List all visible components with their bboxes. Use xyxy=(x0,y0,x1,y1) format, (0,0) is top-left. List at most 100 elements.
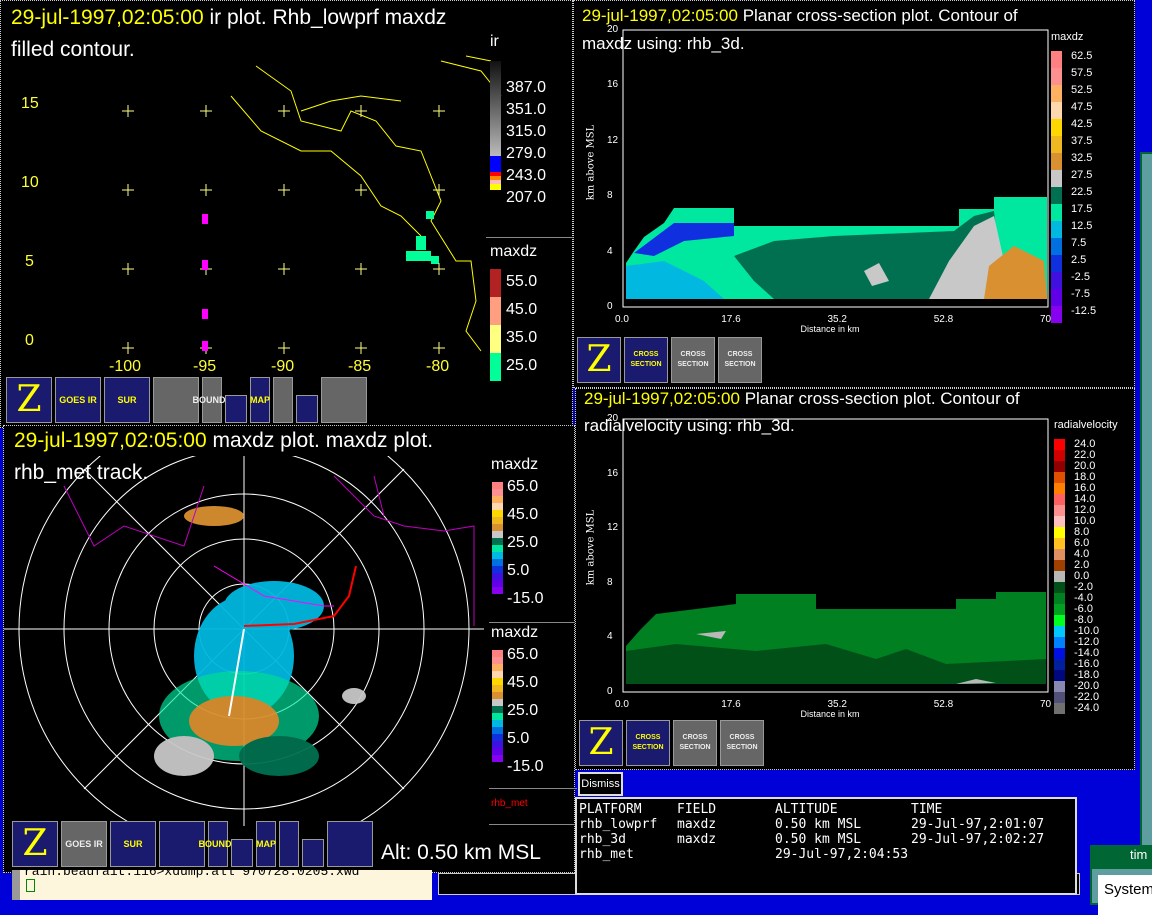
colorbar-swatch xyxy=(490,325,501,353)
cross-section-button[interactable]: CROSS SECTION xyxy=(673,720,717,766)
colorbar-swatch xyxy=(1051,102,1062,119)
xsec1-plot[interactable] xyxy=(574,1,1054,331)
background-window[interactable] xyxy=(1140,152,1152,872)
zoom-button[interactable]: Z xyxy=(577,337,621,383)
colorbar-swatch xyxy=(492,489,503,496)
colorbar-swatch xyxy=(1054,505,1065,516)
zoom-button[interactable]: Z xyxy=(6,377,52,423)
buoy-button[interactable] xyxy=(296,395,318,423)
colorbar-swatch xyxy=(1054,494,1065,505)
colorbar-title: maxdz xyxy=(1051,31,1084,43)
colorbar-swatch xyxy=(492,545,503,552)
y-tick-label: 12 xyxy=(607,134,619,146)
colorbar-swatch xyxy=(1054,615,1065,626)
grid-plus-mark xyxy=(355,184,367,196)
x-label: -90 xyxy=(271,358,295,375)
x-label: -100 xyxy=(109,358,142,375)
colorbar-label: 62.5 xyxy=(1071,50,1093,62)
table-row: rhb_lowprf maxdz 0.50 km MSL 29-Jul-97,2:01… xyxy=(579,817,1045,832)
colorbar-label: 37.5 xyxy=(1071,135,1093,147)
grid-plus-mark xyxy=(122,342,134,354)
colorbar-swatch xyxy=(492,559,503,566)
colorbar-label: 45.0 xyxy=(506,301,538,318)
window-content: System xyxy=(1098,875,1152,915)
range-rings-button[interactable] xyxy=(273,377,293,423)
goes-ir-button[interactable]: GOES IR xyxy=(61,821,107,867)
grid-small-button[interactable] xyxy=(231,839,253,867)
colorbar-label: -15.0 xyxy=(507,758,544,775)
y-axis-label: km above MSL xyxy=(585,124,597,201)
zoom-button[interactable]: Z xyxy=(579,720,623,766)
colorbar-swatch xyxy=(1051,153,1062,170)
ship-button[interactable] xyxy=(321,377,367,423)
surface-radar-button[interactable]: SUR xyxy=(110,821,156,867)
map-button[interactable]: MAP xyxy=(256,821,276,867)
colorbar-swatch xyxy=(492,552,503,559)
colorbar-label: 25.0 xyxy=(507,534,539,551)
xsec2-toolbar: Z CROSS SECTION CROSS SECTION CROSS SECTION xyxy=(579,720,764,766)
colorbar-swatch xyxy=(492,706,503,713)
x-label: -80 xyxy=(426,358,450,375)
colorbar-swatch xyxy=(492,748,503,755)
radar-ppi-plot[interactable] xyxy=(4,456,484,826)
grid-small-button[interactable] xyxy=(225,395,247,423)
colorbar-swatch xyxy=(1054,538,1065,549)
bounds-button[interactable]: BOUNDS xyxy=(193,377,232,423)
colorbar-swatch xyxy=(1051,238,1062,255)
terminal-line: rain:beaufait:116>xdump.all 970728.0205.… xyxy=(24,870,360,879)
colorbar-label: 47.5 xyxy=(1071,101,1093,113)
grid-plus-mark xyxy=(122,105,134,117)
y-tick-label: 4 xyxy=(607,245,613,257)
x-tick-label: 70 xyxy=(1040,314,1052,325)
surface-radar-button[interactable]: SUR xyxy=(104,377,150,423)
colorbar-label: 22.5 xyxy=(1071,186,1093,198)
colorbar-swatch xyxy=(492,678,503,685)
colorbar-swatch xyxy=(492,755,503,762)
grid-plus-mark xyxy=(278,342,290,354)
colorbar-swatch xyxy=(492,734,503,741)
radar-plot-window: 29-jul-1997,02:05:00 maxdz plot. maxdz p… xyxy=(3,425,577,873)
colorbar-swatch xyxy=(1051,51,1062,68)
colorbar-label: -15.0 xyxy=(507,590,544,607)
colorbar-swatch xyxy=(1054,516,1065,527)
range-rings-button[interactable] xyxy=(279,821,299,867)
background-window-tim[interactable]: tim System xyxy=(1090,845,1152,915)
ir-map[interactable] xyxy=(1,1,573,377)
cross-section-button[interactable]: CROSS SECTION xyxy=(718,337,762,383)
xsec2-plot[interactable] xyxy=(576,389,1056,709)
ship-button[interactable] xyxy=(327,821,373,867)
zoom-button[interactable]: Z xyxy=(12,821,58,867)
colorbar-swatch xyxy=(492,496,503,503)
grid-plus-mark xyxy=(200,105,212,117)
ir-toolbar: Z GOES IR SUR BOUNDS MAP xyxy=(6,377,367,423)
colorbar-label: 2.5 xyxy=(1071,254,1087,266)
colorbar-label: 315.0 xyxy=(506,123,547,140)
terminal[interactable]: rain:beaufait:116>xdump.all 970728.0205.… xyxy=(12,870,432,900)
y-tick-label: 16 xyxy=(607,467,619,479)
bounds-button[interactable]: BOUNDS xyxy=(199,821,238,867)
colorbar-swatch xyxy=(492,650,503,657)
cross-section-button[interactable]: CROSS SECTION xyxy=(624,337,668,383)
grid-plus-mark xyxy=(355,105,367,117)
colorbar-label: 17.5 xyxy=(1071,203,1093,215)
cross-section-button[interactable]: CROSS SECTION xyxy=(720,720,764,766)
ir-plot-window: 29-jul-1997,02:05:00 ir plot. Rhb_lowprf… xyxy=(0,0,574,428)
colorbar-swatch xyxy=(492,664,503,671)
x-tick-label: 70 xyxy=(1040,699,1052,710)
colorbar-swatch xyxy=(490,269,501,297)
circle-button[interactable] xyxy=(302,839,324,867)
cross-section-radialvelocity-window: 29-jul-1997,02:05:00 Planar cross-sectio… xyxy=(575,388,1135,770)
colorbar-swatch xyxy=(492,657,503,664)
grid-plus-mark xyxy=(278,263,290,275)
colorbar-swatch xyxy=(492,580,503,587)
colorbar-swatch xyxy=(1054,461,1065,472)
dismiss-button[interactable]: Dismiss xyxy=(578,772,623,796)
map-button[interactable]: MAP xyxy=(250,377,270,423)
colorbar-swatch xyxy=(1054,472,1065,483)
colorbar-label: 207.0 xyxy=(506,189,547,206)
cross-section-button[interactable]: CROSS SECTION xyxy=(626,720,670,766)
grid-plus-mark xyxy=(200,184,212,196)
colorbar-label: -7.5 xyxy=(1071,288,1090,300)
goes-ir-button[interactable]: GOES IR xyxy=(55,377,101,423)
cross-section-button[interactable]: CROSS SECTION xyxy=(671,337,715,383)
